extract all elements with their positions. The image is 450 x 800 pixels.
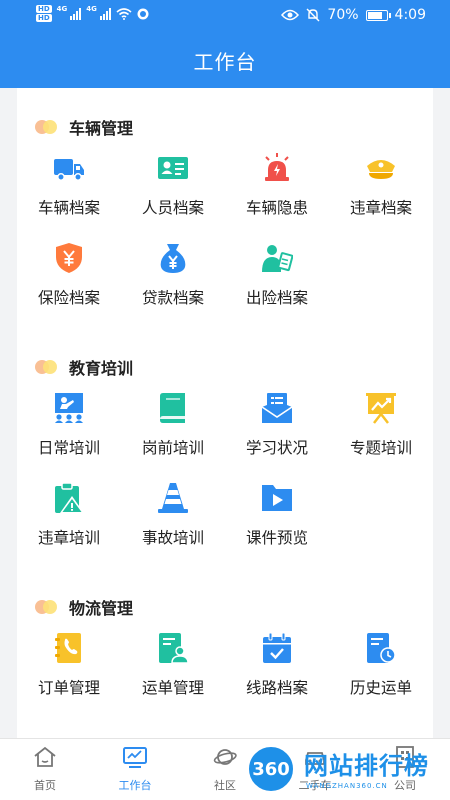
section-dots-icon (35, 359, 61, 375)
menu-item-violation-records[interactable]: 违章档案 (329, 152, 433, 232)
id-card-icon (157, 152, 189, 184)
watermark-subtext: WANGZHAN360.CN (306, 782, 388, 790)
menu-item-label: 岗前培训 (141, 439, 204, 457)
menu-item-topic-training[interactable]: 专题培训 (329, 392, 433, 472)
menu-item-label: 违章培训 (37, 529, 100, 547)
menu-item-accident-training[interactable]: 事故培训 (121, 482, 225, 562)
menu-item-label: 日常培训 (37, 439, 100, 457)
menu-item-label: 课件预览 (245, 529, 308, 547)
money-bag-icon (157, 242, 189, 274)
menu-item-loan-records[interactable]: 贷款档案 (121, 242, 225, 322)
menu-item-label: 违章档案 (349, 199, 412, 217)
tab-home[interactable]: 首页 (0, 739, 90, 800)
menu-item-history-waybills[interactable]: 历史运单 (329, 632, 433, 712)
menu-item-label: 订单管理 (37, 679, 100, 697)
inbox-list-icon (261, 392, 293, 424)
menu-item-courseware-preview[interactable]: 课件预览 (225, 482, 329, 562)
shield-app-icon (137, 8, 149, 19)
menu-item-vehicle-hazards[interactable]: 车辆隐患 (225, 152, 329, 232)
section-dots-icon (35, 119, 61, 135)
network-type: 4G (86, 5, 97, 13)
clock: 4:09 (394, 7, 426, 23)
menu-item-label: 线路档案 (245, 679, 308, 697)
video-folder-icon (261, 482, 293, 514)
menu-item-violation-training[interactable]: 违章培训 (17, 482, 121, 562)
menu-item-claim-records[interactable]: 出险档案 (225, 242, 329, 322)
menu-item-label: 运单管理 (141, 679, 204, 697)
status-bar: HD HD 4G 4G 70% 4:09 (0, 0, 450, 32)
tab-workbench[interactable]: 工作台 (90, 739, 180, 800)
menu-item-daily-training[interactable]: 日常培训 (17, 392, 121, 472)
monitor-icon (123, 745, 147, 769)
tab-label: 工作台 (118, 779, 152, 792)
section-title: 车辆管理 (69, 119, 134, 138)
section-title: 物流管理 (69, 599, 134, 618)
section-header: 车辆管理 (35, 112, 133, 142)
signal-icon (70, 7, 82, 20)
section-header: 物流管理 (35, 592, 133, 622)
presentation-icon (53, 392, 85, 424)
trend-board-icon (365, 392, 397, 424)
waybill-user-icon (157, 632, 189, 664)
menu-item-route-records[interactable]: 线路档案 (225, 632, 329, 712)
hd-badges: HD HD (36, 5, 52, 22)
menu-item-label: 学习状况 (245, 439, 308, 457)
network-type: 4G (56, 5, 68, 13)
menu-item-study-status[interactable]: 学习状况 (225, 392, 329, 472)
menu-item-order-management[interactable]: 订单管理 (17, 632, 121, 712)
book-icon (157, 392, 189, 424)
battery-icon (365, 9, 391, 21)
menu-item-label: 车辆隐患 (245, 199, 308, 217)
history-doc-icon (365, 632, 397, 664)
section-dots-icon (35, 599, 61, 615)
menu-item-pre-job-training[interactable]: 岗前培训 (121, 392, 225, 472)
watermark-text: 网站排行榜 (304, 752, 429, 780)
insurance-shield-icon (53, 242, 85, 274)
watermark-logo: 360 (246, 744, 296, 794)
battery-percent: 70% (327, 7, 359, 23)
menu-item-label: 人员档案 (141, 199, 204, 217)
hd-badge: HD (36, 5, 52, 13)
police-cap-icon (365, 152, 397, 184)
menu-item-label: 保险档案 (37, 289, 100, 307)
section-title: 教育培训 (69, 359, 134, 378)
hd-badge: HD (36, 14, 52, 22)
menu-item-waybill-management[interactable]: 运单管理 (121, 632, 225, 712)
person-report-icon (261, 242, 293, 274)
menu-item-insurance-records[interactable]: 保险档案 (17, 242, 121, 322)
truck-icon (53, 152, 85, 184)
tab-label: 首页 (34, 779, 56, 792)
traffic-cone-icon (157, 482, 189, 514)
menu-item-label: 贷款档案 (141, 289, 204, 307)
section-header: 教育培训 (35, 352, 133, 382)
menu-item-label: 历史运单 (349, 679, 412, 697)
home-icon (33, 745, 57, 769)
contact-book-icon (53, 632, 85, 664)
menu-item-label: 事故培训 (141, 529, 204, 547)
title-bar: 工作台 (0, 32, 450, 88)
status-left: HD HD 4G 4G (36, 5, 149, 22)
menu-item-personnel-records[interactable]: 人员档案 (121, 152, 225, 232)
clipboard-warning-icon (53, 482, 85, 514)
signal-icon (99, 7, 111, 20)
menu-item-label: 专题培训 (349, 439, 412, 457)
page-title: 工作台 (193, 49, 257, 74)
menu-item-label: 出险档案 (245, 289, 308, 307)
watermark: 360 网站排行榜 WANGZHAN360.CN (232, 742, 450, 800)
mute-bell-icon (306, 8, 320, 22)
status-right: 70% 4:09 (281, 7, 426, 23)
alarm-light-icon (261, 152, 293, 184)
workbench-card: 车辆管理 车辆档案 人员档案 车辆隐患 违章档案 保险档案 贷款档案 出险档案 … (17, 88, 433, 738)
menu-item-label: 车辆档案 (37, 199, 100, 217)
eye-icon (281, 9, 300, 21)
menu-item-vehicle-records[interactable]: 车辆档案 (17, 152, 121, 232)
calendar-check-icon (261, 632, 293, 664)
wifi-icon (116, 7, 132, 20)
